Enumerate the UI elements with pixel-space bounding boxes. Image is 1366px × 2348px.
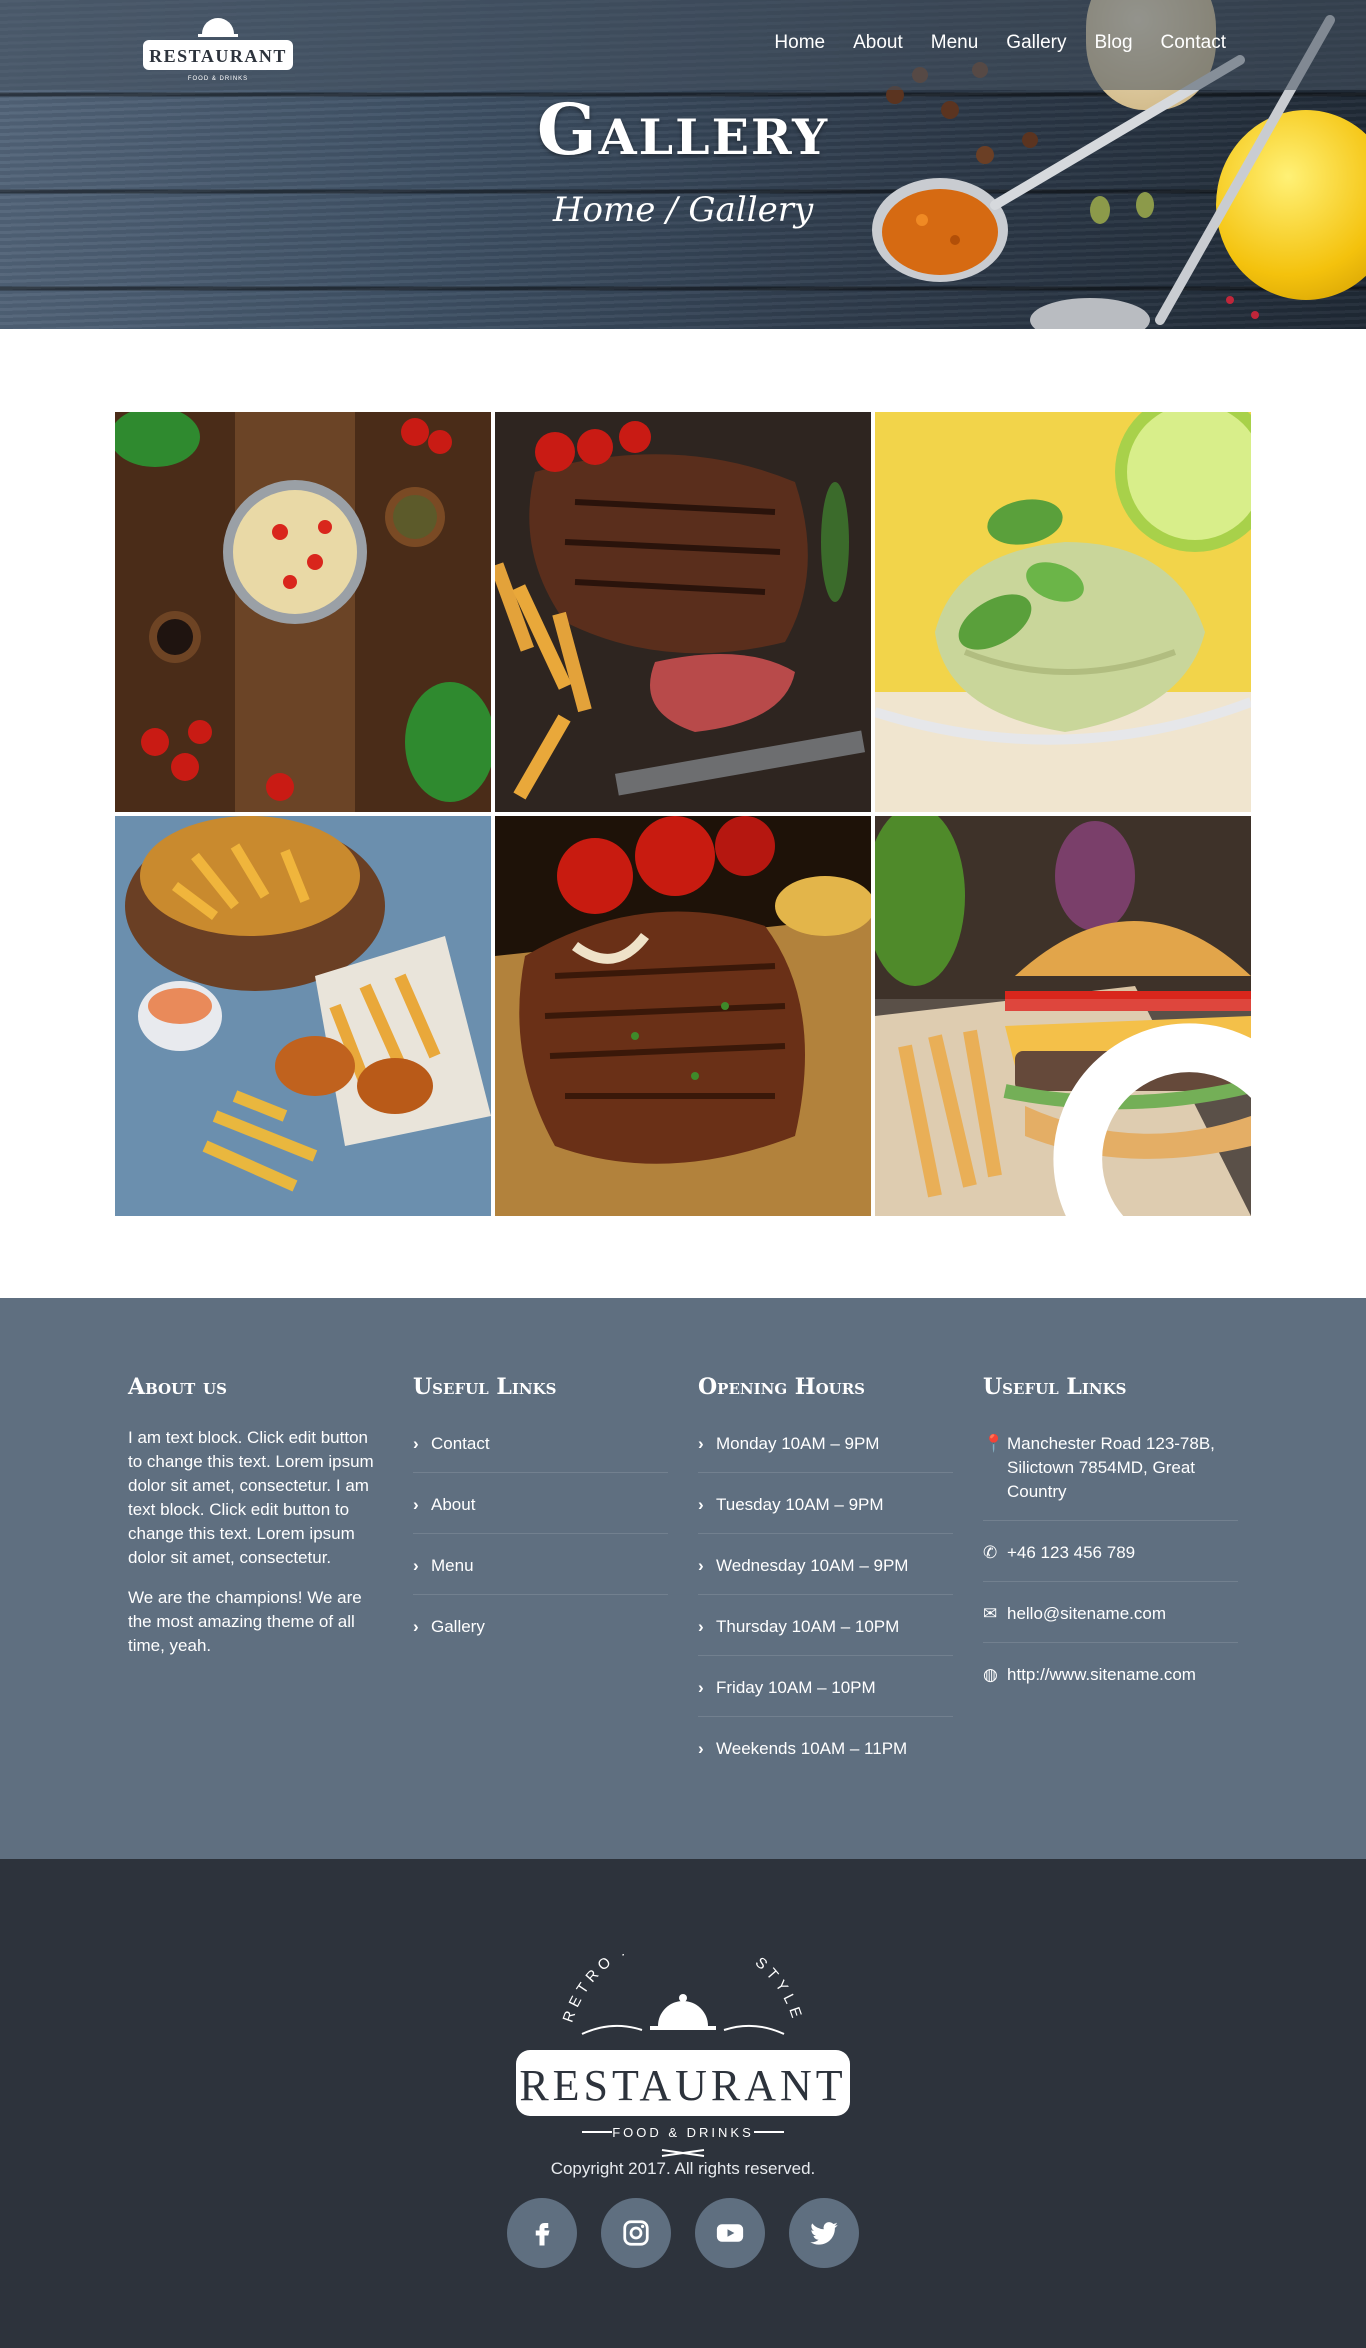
svg-text:RESTAURANT: RESTAURANT [149, 46, 287, 66]
hours-item: › Wednesday 10AM – 9PM [698, 1548, 953, 1595]
footer-about: About us I am text block. Click edit but… [128, 1374, 383, 1674]
twitter-button[interactable] [789, 2198, 859, 2268]
gallery-image-t-bone[interactable] [495, 816, 871, 1216]
youtube-icon [716, 2224, 744, 2242]
facebook-button[interactable] [507, 2198, 577, 2268]
hours-item: › Friday 10AM – 10PM [698, 1670, 953, 1717]
footer-hours: Opening Hours › Monday 10AM – 9PM › Tuesda… [698, 1374, 953, 1791]
globe-icon: ◍ [983, 1665, 998, 1684]
page-title: Gallery [536, 88, 830, 171]
gallery-image-burger[interactable] [875, 816, 1251, 1216]
footer-bottom: RETRO AUTHENTIC STYLE RESTAURANT FOOD & … [0, 1859, 1366, 2348]
hours-item: › Thursday 10AM – 10PM [698, 1609, 953, 1656]
chevron-right-icon: › [698, 1434, 704, 1453]
footer-link-gallery[interactable]: › Gallery [413, 1609, 668, 1655]
contact-website[interactable]: ◍ http://www.sitename.com [983, 1657, 1238, 1703]
footer-link-menu[interactable]: › Menu [413, 1548, 668, 1595]
instagram-icon [623, 2220, 649, 2246]
chevron-right-icon: › [698, 1556, 704, 1575]
restaurant-logo-footer[interactable]: RETRO AUTHENTIC STYLE RESTAURANT FOOD & … [512, 1954, 854, 2162]
gallery-grid [115, 412, 1251, 1216]
chevron-right-icon: › [413, 1495, 419, 1514]
hours-item: › Tuesday 10AM – 9PM [698, 1487, 953, 1534]
copyright: Copyright 2017. All rights reserved. [550, 2159, 816, 2178]
nav-about[interactable]: About [853, 32, 903, 54]
footer-link-contact[interactable]: › Contact [413, 1426, 668, 1473]
search-icon[interactable] [1036, 994, 1251, 1216]
nav-gallery[interactable]: Gallery [1006, 32, 1066, 54]
chevron-right-icon: › [413, 1556, 419, 1575]
chevron-right-icon: › [698, 1495, 704, 1514]
twitter-icon [810, 2222, 838, 2245]
footer-about-text-2: We are the champions! We are the most am… [128, 1588, 362, 1655]
footer-link-about[interactable]: › About [413, 1487, 668, 1534]
hero-banner: RESTAURANT FOOD & DRINKS Home About Menu… [0, 0, 1366, 329]
chevron-right-icon: › [413, 1617, 419, 1636]
main-nav: Home About Menu Gallery Blog Contact [774, 32, 1226, 54]
gallery-image-steak[interactable] [495, 412, 871, 812]
svg-text:FOOD & DRINKS: FOOD & DRINKS [188, 76, 248, 82]
nav-home[interactable]: Home [774, 32, 825, 54]
gallery-image-fried-chicken[interactable] [115, 816, 491, 1216]
youtube-button[interactable] [695, 2198, 765, 2268]
instagram-button[interactable] [601, 2198, 671, 2268]
footer-links-heading: Useful Links [413, 1374, 557, 1400]
gallery-image-ice-cream[interactable] [875, 412, 1251, 812]
chevron-right-icon: › [413, 1434, 419, 1453]
envelope-icon: ✉ [983, 1604, 998, 1623]
facebook-icon [535, 2223, 550, 2246]
footer-contact-heading: Useful Links [983, 1374, 1127, 1400]
contact-phone[interactable]: ✆ +46 123 456 789 [983, 1535, 1238, 1582]
map-marker-icon: 📍 [983, 1434, 1005, 1453]
footer-contact: Useful Links 📍 Manchester Road 123-78B, S… [983, 1374, 1238, 1717]
contact-address: 📍 Manchester Road 123-78B, Silictown 7854… [983, 1426, 1238, 1521]
restaurant-logo[interactable]: RESTAURANT FOOD & DRINKS [140, 14, 296, 84]
footer-hours-heading: Opening Hours [698, 1374, 866, 1400]
chevron-right-icon: › [698, 1678, 704, 1697]
footer-about-heading: About us [128, 1374, 227, 1400]
footer-widgets: About us I am text block. Click edit but… [0, 1298, 1366, 1859]
breadcrumb[interactable]: Home / Gallery [0, 190, 1366, 230]
chevron-right-icon: › [698, 1617, 704, 1636]
nav-contact[interactable]: Contact [1161, 32, 1226, 54]
nav-menu[interactable]: Menu [931, 32, 979, 54]
footer-about-text: I am text block. Click edit button to ch… [128, 1428, 374, 1567]
footer-links: Useful Links › Contact › About › Menu › Gall… [413, 1374, 668, 1669]
hours-item: › Weekends 10AM – 11PM [698, 1731, 953, 1777]
svg-text:RESTAURANT: RESTAURANT [519, 2061, 846, 2110]
social-links [507, 2198, 859, 2268]
hours-item: › Monday 10AM – 9PM [698, 1426, 953, 1473]
contact-email[interactable]: ✉ hello@sitename.com [983, 1596, 1238, 1643]
chevron-right-icon: › [698, 1739, 704, 1758]
phone-icon: ✆ [983, 1543, 998, 1562]
svg-text:FOOD & DRINKS: FOOD & DRINKS [612, 2125, 754, 2140]
gallery-image-pasta[interactable] [115, 412, 491, 812]
nav-blog[interactable]: Blog [1094, 32, 1132, 54]
